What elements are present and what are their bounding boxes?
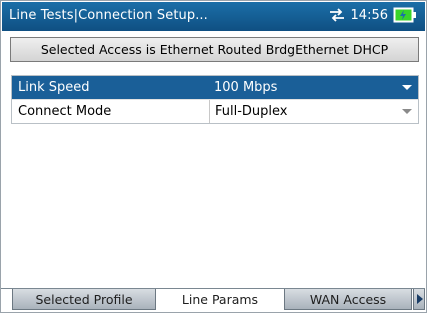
- battery-charging-icon: [393, 7, 416, 23]
- chevron-down-icon[interactable]: [402, 109, 412, 114]
- tab-label: WAN Access: [309, 291, 387, 307]
- app-window: Line Tests|Connection Setup... 14:56 Sel…: [0, 0, 427, 313]
- param-row-connect-mode[interactable]: Connect Mode Full-Duplex: [12, 99, 418, 123]
- status-area: 14:56: [328, 7, 417, 23]
- banner-text: Selected Access is Ethernet Routed BrdgE…: [40, 42, 389, 57]
- window-title: Line Tests|Connection Setup...: [9, 8, 208, 23]
- network-transfer-icon: [329, 8, 344, 22]
- param-row-link-speed[interactable]: Link Speed 100 Mbps: [12, 76, 418, 99]
- param-value: 100 Mbps: [214, 80, 278, 95]
- param-value: Full-Duplex: [215, 104, 288, 119]
- selected-access-banner: Selected Access is Ethernet Routed BrdgE…: [10, 37, 419, 62]
- title-bar: Line Tests|Connection Setup... 14:56: [2, 2, 425, 31]
- link-speed-dropdown[interactable]: 100 Mbps: [209, 76, 418, 99]
- param-label: Link Speed: [18, 80, 90, 95]
- tab-bar: Selected Profile Line Params WAN Access: [0, 288, 427, 311]
- tab-line-params[interactable]: Line Params: [158, 289, 282, 310]
- tab-label: Selected Profile: [35, 291, 133, 307]
- param-label: Connect Mode: [18, 104, 112, 119]
- tab-label: Line Params: [181, 292, 259, 307]
- chevron-down-icon[interactable]: [402, 85, 412, 90]
- tab-selected-profile[interactable]: Selected Profile: [12, 289, 156, 310]
- tab-scroll-right-icon[interactable]: [413, 289, 425, 310]
- line-params-table: Link Speed 100 Mbps Connect Mode Full-Du…: [11, 75, 419, 124]
- tab-wan-access[interactable]: WAN Access: [284, 289, 412, 310]
- clock: 14:56: [350, 7, 388, 23]
- connect-mode-dropdown[interactable]: Full-Duplex: [209, 100, 418, 123]
